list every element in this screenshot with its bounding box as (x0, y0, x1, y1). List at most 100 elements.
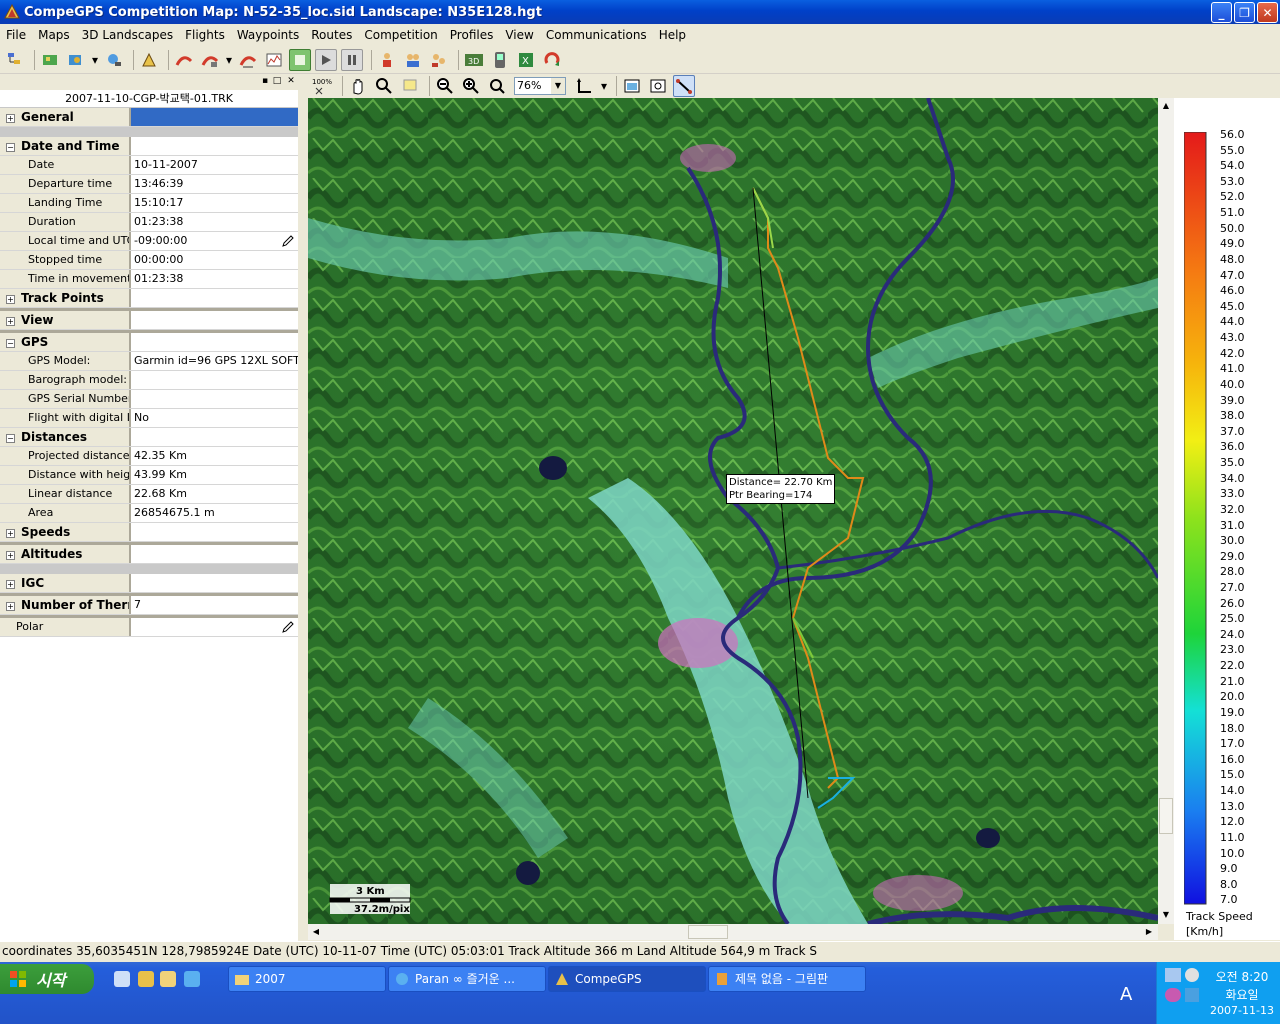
legend-tick-label: 24.0 (1220, 627, 1245, 641)
group-date-time[interactable]: − Date and Time (0, 137, 298, 156)
menu-maps[interactable]: Maps (32, 28, 76, 42)
group-speeds[interactable]: + Speeds (0, 523, 298, 542)
menu-routes[interactable]: Routes (305, 28, 358, 42)
quicklaunch-ie-icon[interactable] (184, 971, 200, 987)
legend-tick-label: 9.0 (1220, 862, 1238, 876)
pilots-group-icon[interactable] (402, 49, 424, 71)
panel-close-icon[interactable]: ✕ (286, 76, 296, 86)
menu-file[interactable]: File (0, 28, 32, 42)
group-altitudes[interactable]: + Altitudes (0, 545, 298, 564)
pan-hand-icon[interactable] (347, 75, 369, 97)
pilot-icon[interactable] (376, 49, 398, 71)
group-igc[interactable]: + IGC (0, 574, 298, 593)
play-button[interactable] (315, 48, 337, 71)
task-browser[interactable]: Paran ∞ 즐거운 ... (388, 966, 546, 992)
group-distances[interactable]: − Distances (0, 428, 298, 447)
zoom-100-button[interactable]: 100% (312, 75, 334, 97)
menu-3d-landscapes[interactable]: 3D Landscapes (76, 28, 179, 42)
zoom-in-icon[interactable] (460, 75, 482, 97)
menu-competition[interactable]: Competition (358, 28, 443, 42)
map-window-icon[interactable] (621, 75, 643, 97)
group-general[interactable]: + General (0, 108, 298, 127)
3d-view-icon[interactable]: 3D (463, 49, 485, 71)
volume-icon[interactable] (1185, 968, 1199, 982)
dropdown-arrow-icon[interactable]: ▾ (91, 49, 99, 71)
record-start-button[interactable] (289, 48, 311, 71)
network-icon[interactable] (1165, 968, 1181, 982)
tray-app-icon[interactable] (1185, 988, 1199, 1002)
panel-pin-icon[interactable]: □ (272, 76, 282, 86)
gps-icon[interactable] (489, 49, 511, 71)
zoom-refresh-icon[interactable] (486, 75, 508, 97)
map-options-icon[interactable] (65, 49, 87, 71)
legend-tick-label: 37.0 (1220, 424, 1245, 438)
pause-button[interactable] (341, 48, 363, 71)
dropdown-arrow-icon[interactable]: ▾ (225, 49, 233, 71)
select-area-icon[interactable] (399, 75, 421, 97)
menu-view[interactable]: View (499, 28, 539, 42)
chevron-down-icon[interactable]: ▼ (551, 78, 565, 94)
minimize-button[interactable]: _ (1211, 2, 1232, 23)
competitors-icon[interactable] (428, 49, 450, 71)
vertical-scroll-thumb[interactable] (1159, 798, 1173, 834)
satellite-map[interactable]: 3 Km 37.2m/pix (308, 98, 1158, 924)
quicklaunch-folder-icon[interactable] (160, 971, 176, 987)
menu-communications[interactable]: Communications (540, 28, 653, 42)
map-view[interactable]: 3 Km 37.2m/pix Distance= 22.70 Km Ptr Be… (308, 98, 1158, 924)
prop-row-local-time[interactable]: Local time and UTC d-09:00:00 (0, 232, 298, 251)
menu-profiles[interactable]: Profiles (444, 28, 500, 42)
group-gps[interactable]: − GPS (0, 333, 298, 352)
tree-icon[interactable] (4, 49, 26, 71)
scroll-up-icon[interactable]: ▲ (1159, 99, 1173, 113)
scroll-right-icon[interactable]: ▶ (1142, 925, 1156, 939)
excel-export-icon[interactable]: X (515, 49, 537, 71)
close-button[interactable]: ✕ (1257, 2, 1278, 23)
zoom-out-icon[interactable] (434, 75, 456, 97)
waypoint-tool-icon[interactable] (138, 49, 160, 71)
task-paint[interactable]: 제목 없음 - 그림판 (708, 966, 866, 992)
task-compegps[interactable]: CompeGPS (548, 966, 706, 992)
map-tool-icon[interactable] (103, 49, 125, 71)
dropdown-arrow-icon[interactable]: ▾ (600, 75, 608, 97)
track-open-icon[interactable] (173, 49, 195, 71)
panel-dock-icon[interactable]: ▪ (260, 76, 270, 86)
start-button[interactable]: 시작 (0, 964, 94, 994)
track-options-icon[interactable] (199, 49, 221, 71)
scroll-left-icon[interactable]: ◀ (309, 925, 323, 939)
scroll-down-icon[interactable]: ▼ (1159, 908, 1173, 922)
group-track-points[interactable]: + Track Points (0, 289, 298, 308)
track-edit-icon[interactable] (237, 49, 259, 71)
edit-pencil-icon[interactable] (281, 234, 295, 248)
layout-icon[interactable] (574, 75, 596, 97)
task-folder-2007[interactable]: 2007 (228, 966, 386, 992)
quicklaunch-compegps-icon[interactable] (138, 971, 154, 987)
group-thermals[interactable]: +Number of Thermal7 (0, 596, 298, 615)
refresh-icon[interactable] (541, 49, 563, 71)
language-indicator[interactable]: A (1120, 984, 1132, 1005)
open-map-icon[interactable] (39, 49, 61, 71)
panel-header: ▪ □ ✕ (0, 74, 298, 90)
restore-button[interactable]: ❐ (1234, 2, 1255, 23)
menu-flights[interactable]: Flights (179, 28, 231, 42)
map-search-icon[interactable] (647, 75, 669, 97)
menu-bar: File Maps 3D Landscapes Flights Waypoint… (0, 24, 1280, 45)
messenger-icon[interactable] (1165, 988, 1181, 1002)
zoom-level-select[interactable]: 76% ▼ (514, 77, 566, 95)
speed-legend: 56.0 55.0 54.0 53.0 52.0 51.0 50.0 49.0 48.0 47.0… (1174, 98, 1280, 940)
group-view[interactable]: + View (0, 311, 298, 330)
compegps-icon (556, 973, 568, 985)
map-vertical-scrollbar[interactable]: ▲ ▼ (1158, 98, 1174, 924)
legend-tick-label: 29.0 (1220, 549, 1245, 563)
profile-chart-icon[interactable] (263, 49, 285, 71)
measure-distance-button[interactable] (673, 75, 695, 97)
zoom-area-icon[interactable] (373, 75, 395, 97)
map-horizontal-scrollbar[interactable]: ◀ ▶ (308, 924, 1158, 940)
edit-pencil-icon[interactable] (281, 620, 295, 634)
prop-row-polar[interactable]: Polar (0, 618, 298, 637)
legend-tick-label: 56.0 (1220, 128, 1245, 141)
quicklaunch-desktop-icon[interactable] (114, 971, 130, 987)
horizontal-scroll-thumb[interactable] (688, 925, 728, 939)
menu-waypoints[interactable]: Waypoints (231, 28, 305, 42)
menu-help[interactable]: Help (653, 28, 692, 42)
clock-time[interactable]: 오전 8:20 (1205, 968, 1279, 985)
